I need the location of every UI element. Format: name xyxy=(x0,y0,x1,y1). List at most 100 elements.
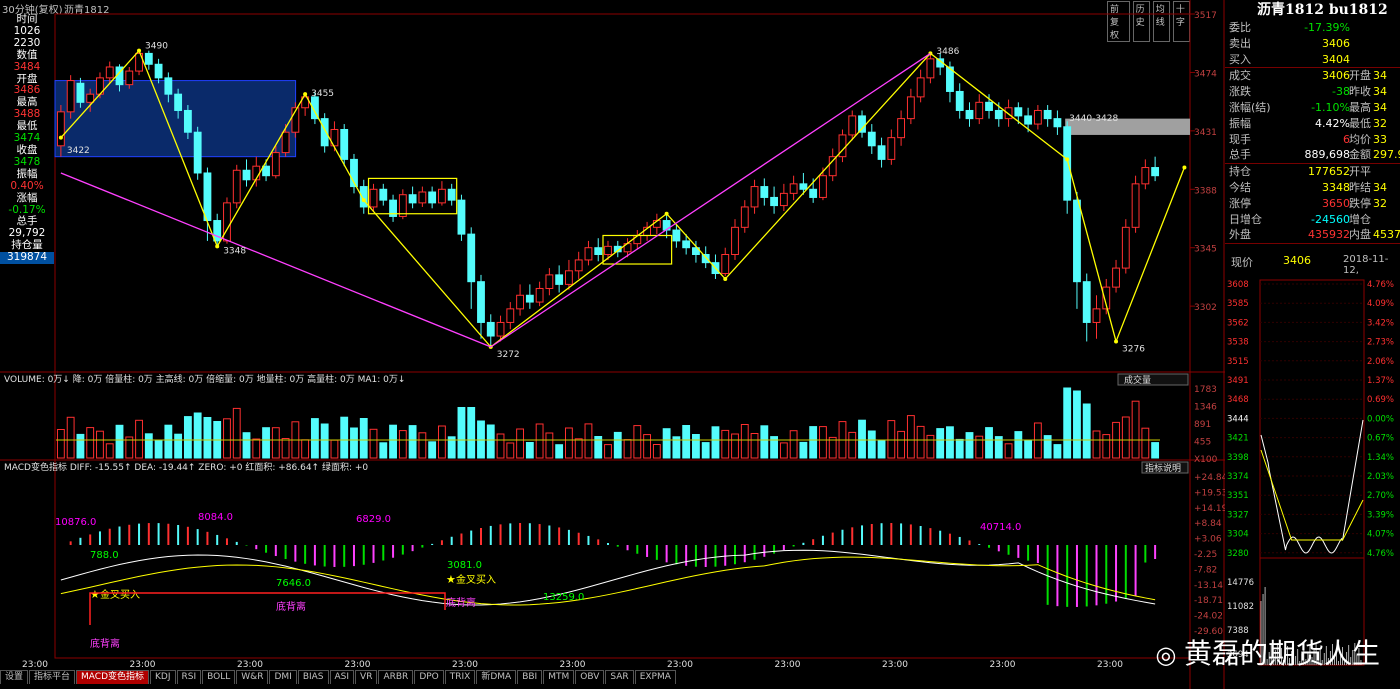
candle-body xyxy=(809,188,818,198)
candle-body xyxy=(408,194,417,204)
volume-bar xyxy=(56,429,65,459)
volume-bar xyxy=(262,427,270,459)
volume-bar xyxy=(545,432,554,459)
tab-11[interactable]: ARBR xyxy=(378,670,414,684)
tab-5[interactable]: BOLL xyxy=(202,670,236,684)
volume-bar xyxy=(506,442,515,459)
macd-signal-label: 金叉买入 xyxy=(100,588,140,601)
quote-value: 3348 xyxy=(1322,180,1350,194)
mini-right-tick: 4.09% xyxy=(1367,299,1394,309)
tab-16[interactable]: MTM xyxy=(543,670,575,684)
candle-body xyxy=(731,226,739,256)
candle-body xyxy=(828,156,837,177)
candle-body xyxy=(477,281,485,323)
volume-bar xyxy=(643,434,651,459)
tab-6[interactable]: W&R xyxy=(236,670,269,684)
tab-9[interactable]: ASI xyxy=(329,670,355,684)
volume-bar xyxy=(389,424,397,459)
candle-body xyxy=(1092,308,1101,323)
tab-14[interactable]: 新DMA xyxy=(476,670,517,684)
tab-4[interactable]: RSI xyxy=(176,670,202,684)
volume-bar xyxy=(115,424,124,459)
quote-value2: 34 xyxy=(1373,100,1387,114)
macd-tick-label: +19.53 xyxy=(1194,488,1225,498)
pivot-label: 3422 xyxy=(67,146,90,156)
tab-3[interactable]: KDJ xyxy=(150,670,176,684)
candle-body xyxy=(594,247,603,256)
y-tick-label: 3302 xyxy=(1194,303,1217,313)
candle-body xyxy=(1063,126,1072,201)
tab-17[interactable]: OBV xyxy=(575,670,605,684)
quote-key: 持仓 xyxy=(1229,165,1251,179)
quote-value: 435932 xyxy=(1308,228,1350,242)
intraday-mini-chart: 3608 3585 3562 3538 3515 3491 3468 3444 3421 3398… xyxy=(1227,279,1394,666)
candle-body xyxy=(1014,107,1023,117)
volume-bar xyxy=(203,417,212,459)
vol-tick-label: X100 xyxy=(1194,455,1218,465)
volume-bar xyxy=(779,442,788,459)
candle-body xyxy=(1073,199,1081,283)
mini-right-tick: 2.03% xyxy=(1367,472,1394,482)
volume-bar xyxy=(144,433,153,459)
volume-bar xyxy=(525,442,534,459)
mini-right-tick: 2.73% xyxy=(1367,338,1394,348)
candle-body xyxy=(281,131,290,154)
candle-body xyxy=(379,188,388,201)
now-value: 3406 xyxy=(1283,254,1311,268)
mini-left-tick: 3304 xyxy=(1227,530,1249,540)
macd-area-label: 8084.0 xyxy=(198,512,233,523)
candle-body xyxy=(1121,226,1130,269)
candle-body xyxy=(750,186,759,208)
tab-7[interactable]: DMI xyxy=(269,670,297,684)
divergence-line xyxy=(89,592,446,625)
vol-tick-label: 891 xyxy=(1194,420,1211,430)
candle-body xyxy=(1151,167,1160,177)
candle-body xyxy=(965,109,974,120)
watermark: ◎ 黄磊的期货人生 xyxy=(1155,632,1380,672)
zigzag-point xyxy=(137,48,142,53)
tab-18[interactable]: SAR xyxy=(605,670,634,684)
tab-19[interactable]: EXPMA xyxy=(634,670,676,684)
quote-key: 涨停 xyxy=(1229,196,1251,210)
volume-bar xyxy=(809,426,818,459)
volume-bar xyxy=(1151,442,1160,459)
macd-tick-label: -24.02 xyxy=(1194,612,1223,622)
candle-body xyxy=(858,115,866,133)
macd-tick-label: +8.84 xyxy=(1194,519,1222,529)
quote-row: 卖出 3406 xyxy=(1225,36,1400,52)
zigzag-point xyxy=(1114,339,1119,344)
zigzag-point xyxy=(58,135,63,140)
tab-0[interactable]: 设置 xyxy=(0,670,29,684)
mini-right-tick: 2.70% xyxy=(1367,491,1394,501)
mini-frame xyxy=(1259,279,1365,666)
quote-key2: 开盘 xyxy=(1349,69,1371,83)
mini-right-tick: 4.76% xyxy=(1367,280,1394,290)
y-tick-label: 3517 xyxy=(1194,11,1217,21)
tab-15[interactable]: BBI xyxy=(517,670,543,684)
quote-key: 卖出 xyxy=(1229,36,1251,50)
tab-1[interactable]: 指标平台 xyxy=(29,670,76,684)
quote-key: 现手 xyxy=(1229,132,1251,146)
tab-8[interactable]: BIAS xyxy=(297,670,329,684)
tab-2[interactable]: MACD变色指标 xyxy=(76,670,150,684)
macd-tick-label: -2.25 xyxy=(1194,550,1217,560)
tab-12[interactable]: DPO xyxy=(414,670,444,684)
quote-row: 委比 -17.39% xyxy=(1225,20,1400,36)
mini-right-tick: 2.06% xyxy=(1367,357,1394,367)
quote-row: 涨停 3650 跌停 32 xyxy=(1225,196,1400,212)
quote-value2: 32 xyxy=(1373,196,1387,210)
quote-row: 涨跌 -38 昨收 34 xyxy=(1225,84,1400,100)
tab-13[interactable]: TRIX xyxy=(444,670,476,684)
volume-bar xyxy=(604,444,612,459)
quote-row: 总手 889,698金额297.9 xyxy=(1225,147,1400,165)
volume-bar xyxy=(223,418,231,459)
candle-body xyxy=(340,128,349,160)
volume-bar xyxy=(701,442,710,459)
quote-value: -24560 xyxy=(1311,212,1350,226)
candle-body xyxy=(701,254,710,264)
quote-key: 涨幅(结) xyxy=(1229,100,1271,114)
resistance-zone xyxy=(54,80,297,158)
quote-value: -1.10% xyxy=(1311,100,1350,114)
tab-10[interactable]: VR xyxy=(355,670,378,684)
volume-bar xyxy=(936,428,945,459)
